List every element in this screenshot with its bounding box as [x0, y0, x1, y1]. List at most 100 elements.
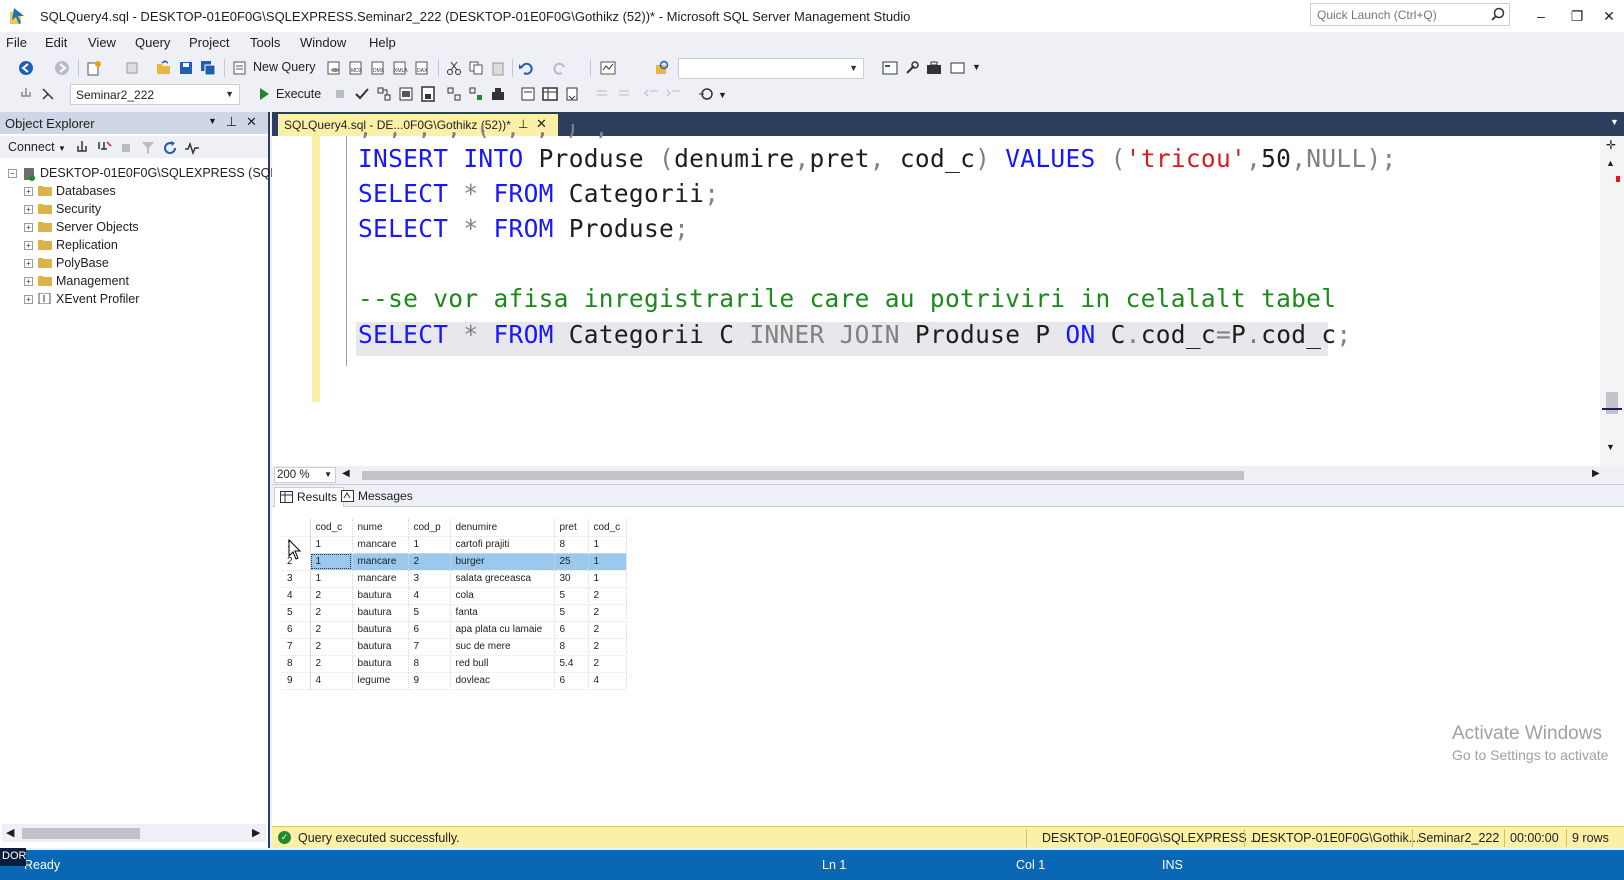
- grid-cell[interactable]: fanta: [450, 604, 555, 622]
- editor-vertical-scrollbar[interactable]: ✛ ▲ ▼: [1600, 136, 1624, 466]
- grid-cell[interactable]: dovleac: [450, 672, 555, 690]
- toolbox-icon[interactable]: [926, 60, 942, 76]
- grid-cell[interactable]: suc de mere: [450, 638, 555, 656]
- grid-cell[interactable]: 6: [408, 621, 451, 639]
- row-number-cell[interactable]: 5: [282, 604, 311, 622]
- scroll-thumb[interactable]: [1606, 392, 1618, 414]
- connect-icon[interactable]: [18, 86, 34, 102]
- table-row[interactable]: 9 4 legume 9 dovleac 6 4: [282, 672, 627, 690]
- grid-cell[interactable]: 1: [588, 536, 627, 554]
- quick-launch-input[interactable]: [1311, 4, 1481, 25]
- activity-monitor-icon[interactable]: [600, 60, 616, 76]
- grid-cell[interactable]: 2: [310, 638, 353, 656]
- xmla-query-icon[interactable]: XMLA: [392, 60, 408, 76]
- grid-cell[interactable]: 8: [408, 655, 451, 673]
- grid-cell[interactable]: red bull: [450, 655, 555, 673]
- tree-node-xevent-profiler[interactable]: + XEvent Profiler: [0, 290, 268, 309]
- tree-node-server[interactable]: − DESKTOP-01E0F0G\SQLEXPRESS (SQL Se: [0, 164, 296, 183]
- grid-cell[interactable]: salata greceasca: [450, 570, 555, 588]
- zoom-dropdown[interactable]: 200 % ▼: [274, 467, 336, 483]
- search-icon[interactable]: [1491, 7, 1505, 21]
- row-number-cell[interactable]: 7: [282, 638, 311, 656]
- menu-window[interactable]: Window: [300, 35, 346, 50]
- specify-template-values-icon[interactable]: [698, 86, 714, 102]
- row-number-cell[interactable]: 3: [282, 570, 311, 588]
- grid-cell[interactable]: 8: [554, 536, 589, 554]
- row-number-cell[interactable]: 4: [282, 587, 311, 605]
- row-number-header[interactable]: [282, 519, 311, 537]
- include-actual-plan-icon[interactable]: [446, 86, 462, 102]
- properties-window-icon[interactable]: [882, 60, 898, 76]
- results-to-text-icon[interactable]: [520, 86, 536, 102]
- results-to-grid-icon[interactable]: [542, 86, 558, 102]
- window-layout-icon[interactable]: [950, 60, 966, 76]
- tab-messages[interactable]: Messages: [336, 487, 419, 507]
- grid-cell[interactable]: legume: [352, 672, 409, 690]
- quick-launch-box[interactable]: [1310, 3, 1510, 26]
- grid-cell[interactable]: 6: [554, 672, 589, 690]
- query-options-icon[interactable]: [398, 86, 414, 102]
- column-header[interactable]: cod_p: [408, 519, 451, 537]
- new-query-icon[interactable]: [232, 60, 248, 76]
- find-icon[interactable]: [654, 60, 670, 76]
- grid-cell[interactable]: 1: [310, 570, 353, 588]
- grid-cell[interactable]: apa plata cu lamaie: [450, 621, 555, 639]
- split-editor-icon[interactable]: ✛: [1606, 138, 1616, 152]
- scroll-right-icon[interactable]: ▶: [1592, 468, 1600, 479]
- table-row[interactable]: 3 1 mancare 3 salata greceasca 30 1: [282, 570, 627, 588]
- client-statistics-icon[interactable]: [490, 86, 506, 102]
- menu-project[interactable]: Project: [189, 35, 229, 50]
- decrease-indent-icon[interactable]: [644, 86, 660, 102]
- grid-cell[interactable]: cola: [450, 587, 555, 605]
- column-header[interactable]: nume: [352, 519, 409, 537]
- connect-object-explorer-icon[interactable]: [74, 140, 90, 156]
- scroll-left-icon[interactable]: ◀: [6, 826, 14, 839]
- grid-cell[interactable]: bautura: [352, 638, 409, 656]
- parse-checkmark-icon[interactable]: [354, 86, 370, 102]
- grid-cell[interactable]: mancare: [352, 553, 409, 571]
- execute-button[interactable]: Execute: [276, 87, 321, 101]
- scroll-up-icon[interactable]: ▲: [1606, 158, 1615, 168]
- object-explorer-scrollbar[interactable]: ◀ ▶: [2, 824, 266, 842]
- grid-cell[interactable]: 2: [408, 553, 451, 571]
- grid-cell[interactable]: bautura: [352, 604, 409, 622]
- new-project-icon[interactable]: [86, 60, 102, 76]
- restore-button[interactable]: ❐: [1562, 6, 1592, 26]
- row-number-cell[interactable]: 8: [282, 655, 311, 673]
- table-row[interactable]: 2 1 mancare 2 burger 25 1: [282, 553, 627, 571]
- solution-config-dropdown[interactable]: ▼: [678, 58, 864, 79]
- comment-out-icon[interactable]: [594, 86, 610, 102]
- table-row[interactable]: 8 2 bautura 8 red bull 5.4 2: [282, 655, 627, 673]
- grid-cell[interactable]: 1: [588, 553, 627, 571]
- results-grid[interactable]: cod_c nume cod_p denumire pret cod_c 11m…: [282, 519, 627, 690]
- forward-icon[interactable]: [54, 60, 70, 76]
- stop-icon[interactable]: [118, 140, 134, 156]
- grid-cell[interactable]: 1: [588, 570, 627, 588]
- grid-cell[interactable]: 4: [588, 672, 627, 690]
- expand-icon[interactable]: +: [24, 241, 33, 250]
- disconnect-icon[interactable]: [96, 140, 112, 156]
- grid-cell[interactable]: 2: [588, 604, 627, 622]
- collapse-icon[interactable]: −: [8, 169, 17, 178]
- grid-cell[interactable]: 1: [310, 553, 353, 571]
- horizontal-scroll-thumb[interactable]: [362, 471, 1244, 480]
- tree-node-replication[interactable]: + Replication: [0, 236, 268, 255]
- cancel-query-icon[interactable]: [332, 86, 348, 102]
- tree-node-databases[interactable]: + Databases: [0, 182, 268, 201]
- intellisense-icon[interactable]: [420, 86, 436, 102]
- grid-cell[interactable]: 2: [310, 655, 353, 673]
- tab-list-dropdown-icon[interactable]: ▼: [1610, 117, 1619, 127]
- connect-button[interactable]: Connect ▼: [8, 140, 66, 154]
- grid-cell[interactable]: mancare: [352, 570, 409, 588]
- grid-cell[interactable]: burger: [450, 553, 555, 571]
- back-icon[interactable]: [18, 60, 34, 76]
- grid-cell[interactable]: 4: [310, 672, 353, 690]
- grid-cell[interactable]: 2: [310, 604, 353, 622]
- tree-node-management[interactable]: + Management: [0, 272, 268, 291]
- grid-cell[interactable]: 5: [408, 604, 451, 622]
- grid-cell[interactable]: 1: [408, 536, 451, 554]
- grid-cell[interactable]: bautura: [352, 655, 409, 673]
- table-row[interactable]: 6 2 bautura 6 apa plata cu lamaie 6 2: [282, 621, 627, 639]
- grid-cell[interactable]: bautura: [352, 587, 409, 605]
- increase-indent-icon[interactable]: [666, 86, 682, 102]
